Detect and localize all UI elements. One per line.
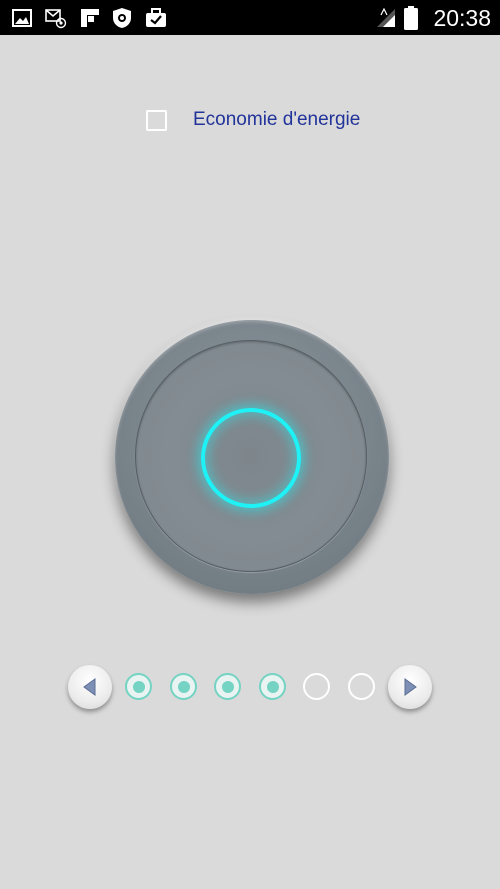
- briefcase-check-icon: [145, 7, 167, 29]
- cell-signal-icon: [380, 3, 388, 21]
- image-icon: [11, 7, 33, 29]
- flipboard-icon: [79, 7, 101, 29]
- power-button[interactable]: [115, 320, 389, 594]
- level-dot-5[interactable]: [303, 673, 330, 700]
- power-ring-icon: [201, 408, 301, 508]
- clock-time: 20:38: [433, 5, 491, 31]
- shield-icon: [111, 7, 133, 29]
- level-dot-2[interactable]: [170, 673, 197, 700]
- energy-saving-label: Economie d'energie: [193, 109, 361, 130]
- status-bar: 20:38: [0, 0, 500, 35]
- energy-saving-checkbox[interactable]: [146, 109, 167, 131]
- previous-level-button[interactable]: [68, 665, 112, 709]
- mail-at-icon: [45, 7, 67, 29]
- battery-icon: [404, 6, 418, 35]
- next-level-button[interactable]: [388, 665, 432, 709]
- level-dot-1[interactable]: [125, 673, 152, 700]
- level-dot-4[interactable]: [259, 673, 286, 700]
- level-dot-3[interactable]: [214, 673, 241, 700]
- triangle-right-icon: [404, 678, 417, 696]
- level-dot-6[interactable]: [348, 673, 375, 700]
- triangle-left-icon: [83, 678, 96, 696]
- energy-saving-setting[interactable]: Economie d'energie: [146, 106, 360, 134]
